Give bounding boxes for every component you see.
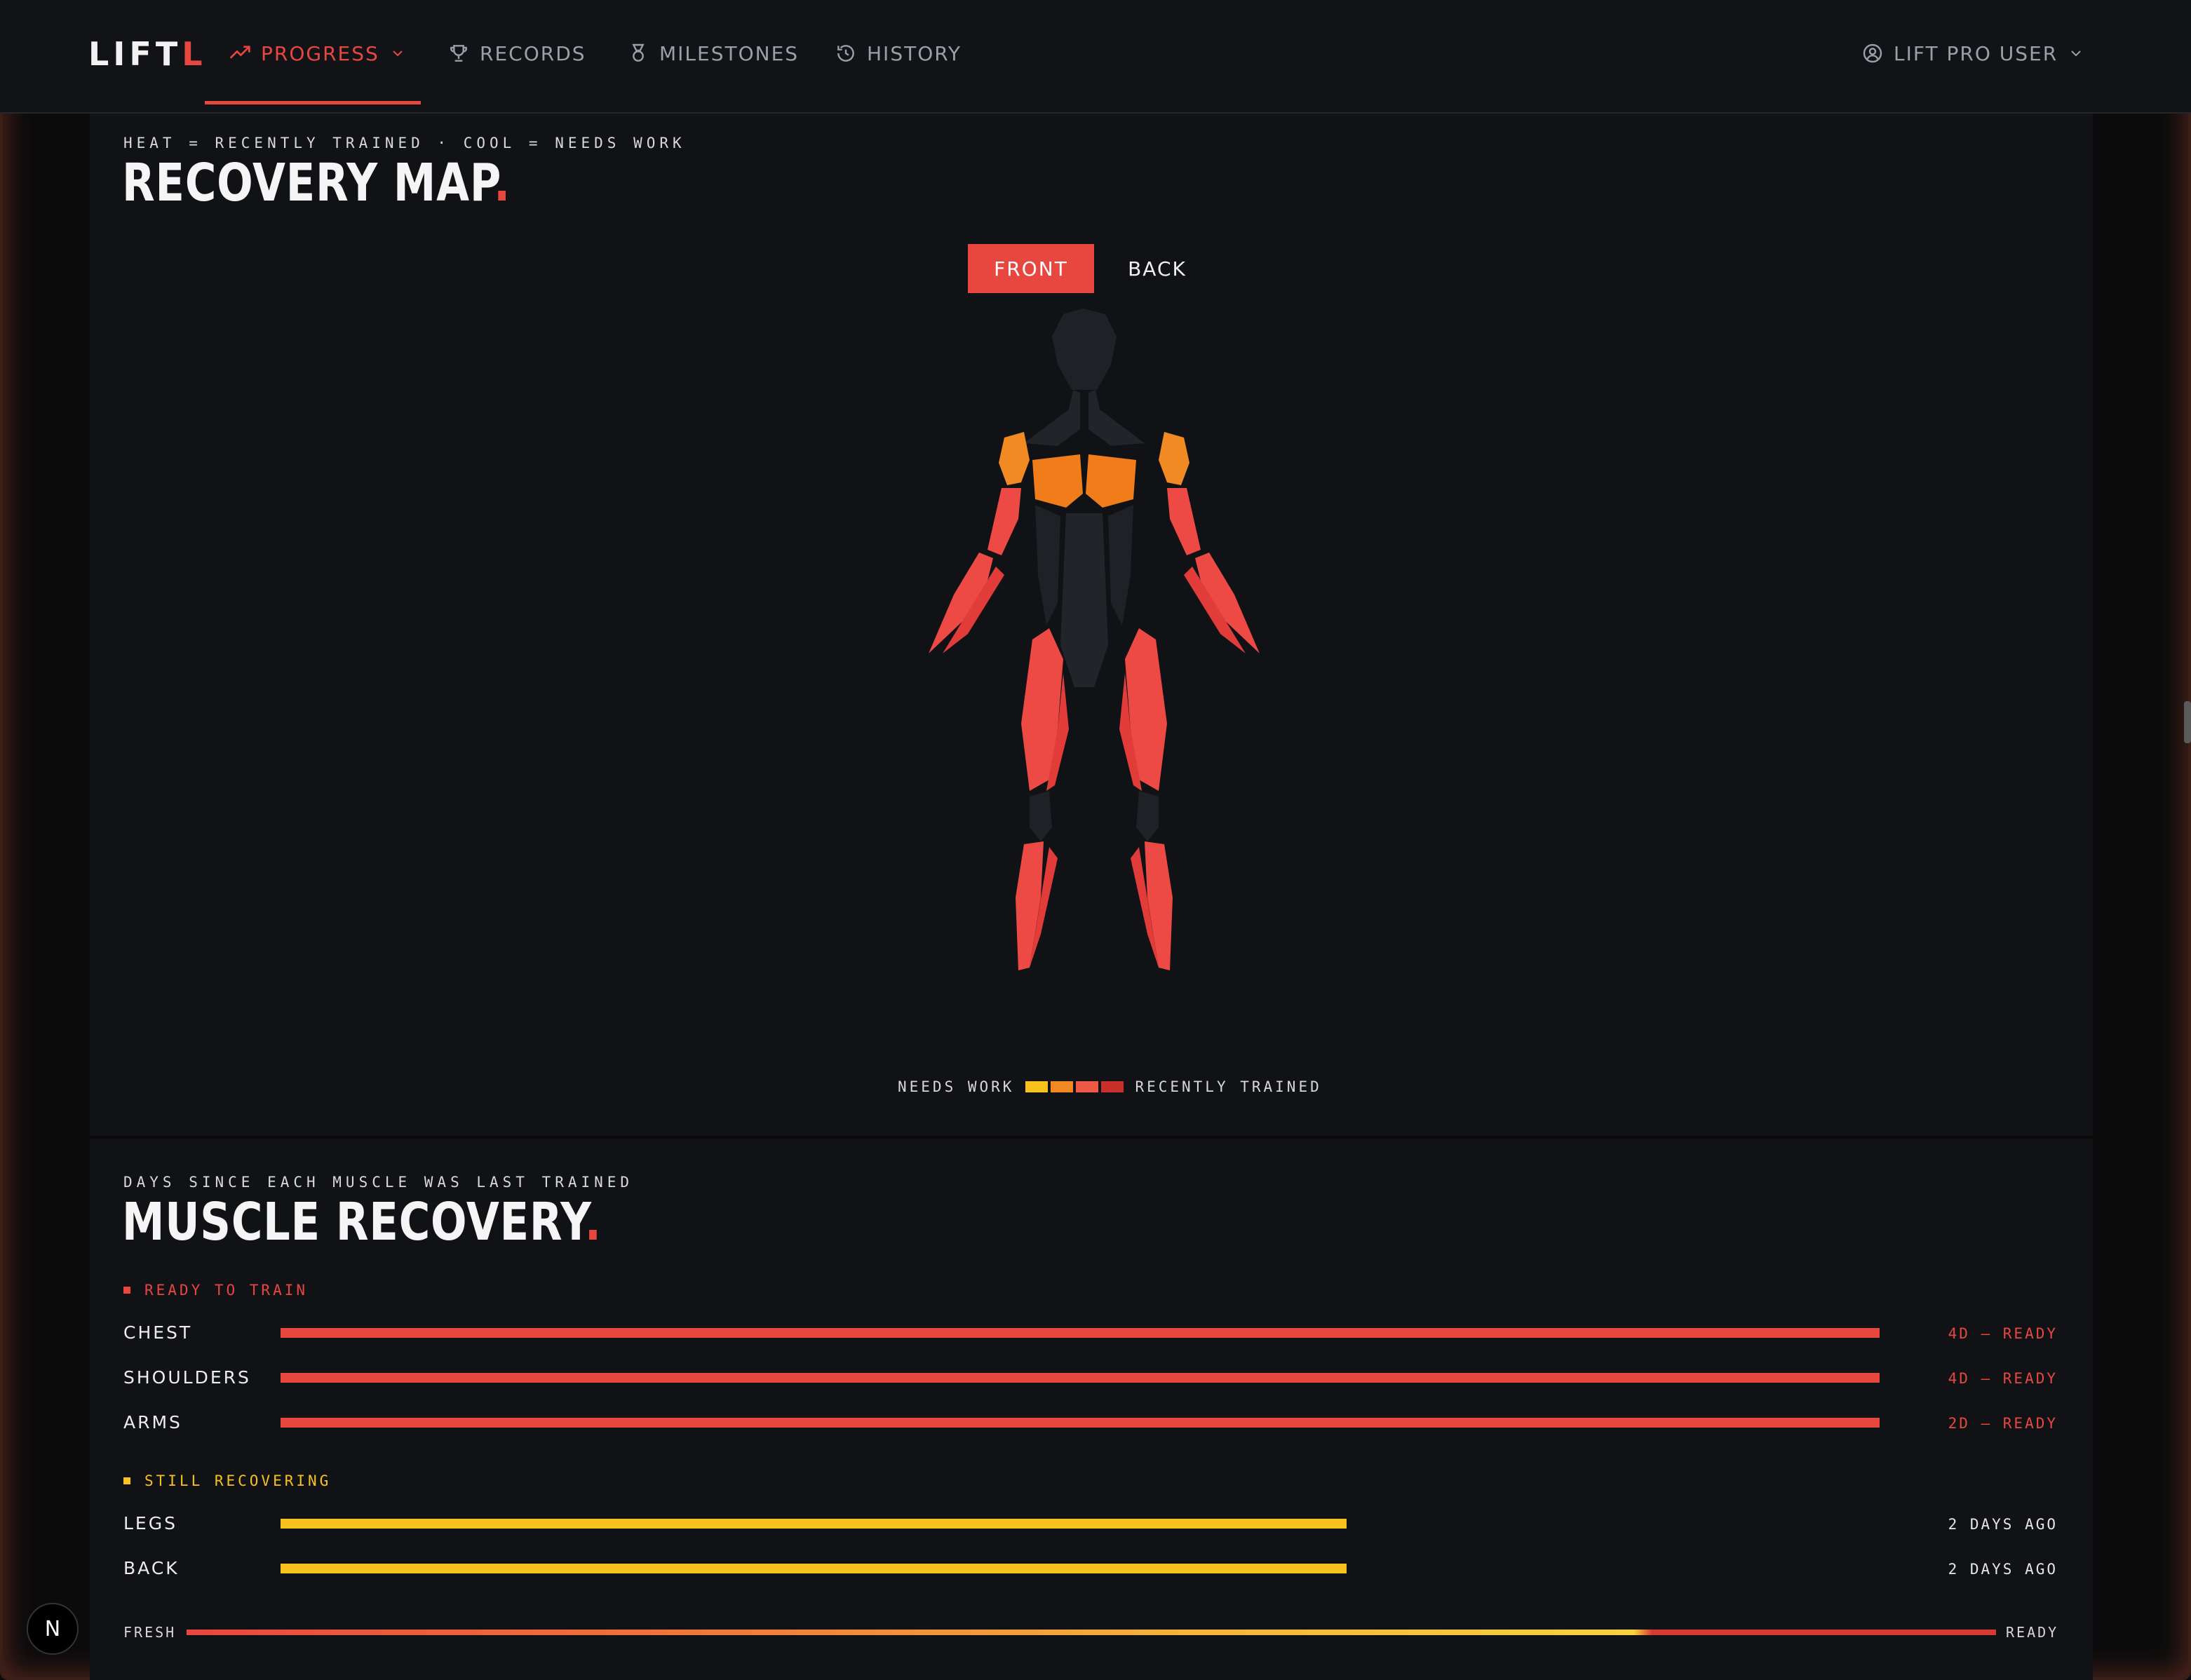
chest-right xyxy=(1086,454,1136,508)
row-label-shoulders: SHOULDERS xyxy=(123,1367,251,1388)
muscle-recovery-title: MUSCLE RECOVERY. xyxy=(122,1192,602,1252)
dev-badge[interactable]: N xyxy=(27,1603,79,1655)
recovery-map-eyebrow: HEAT = RECENTLY TRAINED · COOL = NEEDS W… xyxy=(123,135,686,151)
head xyxy=(1052,309,1117,390)
row-label-legs: LEGS xyxy=(123,1513,177,1533)
group-marker xyxy=(123,1287,130,1294)
row-bar-arms xyxy=(281,1418,1880,1428)
title-accent-dot: . xyxy=(494,153,511,213)
row-label-chest: CHEST xyxy=(123,1322,193,1343)
row-bar-back xyxy=(281,1564,1347,1573)
history-icon xyxy=(837,45,854,62)
group-still-recovering: STILL RECOVERING xyxy=(123,1472,331,1489)
group-label: STILL RECOVERING xyxy=(144,1472,332,1489)
nav-milestones-label: MILESTONES xyxy=(659,41,800,65)
legend-swatch-1 xyxy=(1025,1081,1049,1092)
nav-records[interactable]: RECORDS xyxy=(447,39,586,67)
bicep-left xyxy=(987,488,1021,555)
knee-right xyxy=(1136,791,1159,841)
muscle-recovery-title-text: MUSCLE RECOVERY xyxy=(122,1192,585,1252)
nav-progress-label: PROGRESS xyxy=(261,41,379,65)
oblique-left xyxy=(1035,505,1060,625)
brand-logo[interactable]: LIFTL xyxy=(88,35,207,73)
calf-right xyxy=(1145,841,1173,970)
group-ready-to-train: READY TO TRAIN xyxy=(123,1282,308,1299)
legend-swatch-3 xyxy=(1076,1081,1099,1092)
row-bar-shoulders xyxy=(281,1373,1880,1383)
view-front-button[interactable]: FRONT xyxy=(968,244,1094,293)
scale-label-fresh: FRESH xyxy=(123,1624,177,1641)
traps-left xyxy=(1024,390,1080,446)
view-back-button[interactable]: BACK xyxy=(1101,244,1213,293)
bicep-right xyxy=(1167,488,1201,555)
legend-swatch-2 xyxy=(1051,1081,1074,1092)
legend-needs-work: NEEDS WORK xyxy=(898,1078,1015,1095)
user-circle-icon xyxy=(1863,43,1882,63)
row-bar-chest xyxy=(281,1328,1880,1338)
row-status-chest: 4D — READY xyxy=(1948,1325,2058,1342)
legend-swatch-4 xyxy=(1101,1081,1124,1092)
recovery-map-title: RECOVERY MAP. xyxy=(122,153,511,213)
chevron-down-icon xyxy=(393,50,403,57)
group-marker xyxy=(123,1477,130,1484)
row-label-arms: ARMS xyxy=(123,1412,182,1432)
group-label: READY TO TRAIN xyxy=(144,1282,309,1299)
user-menu[interactable]: LIFT PRO USER xyxy=(1861,39,2084,67)
legend-recently-trained: RECENTLY TRAINED xyxy=(1135,1078,1322,1095)
nav-history-label: HISTORY xyxy=(867,41,962,65)
shoulder-right xyxy=(1159,432,1189,485)
scale-label-ready: READY xyxy=(2006,1624,2059,1641)
medal-icon xyxy=(632,43,645,62)
body-muscle-map xyxy=(929,309,1260,970)
shoulder-left xyxy=(999,432,1030,485)
nav-history[interactable]: HISTORY xyxy=(835,39,962,67)
abs xyxy=(1060,513,1108,687)
row-bar-legs xyxy=(281,1519,1347,1529)
legend-swatches xyxy=(1025,1081,1124,1092)
title-accent-dot: . xyxy=(584,1192,602,1252)
recovery-map-title-text: RECOVERY MAP xyxy=(122,153,494,213)
muscle-recovery-eyebrow: DAYS SINCE EACH MUSCLE WAS LAST TRAINED xyxy=(123,1174,634,1191)
top-nav: LIFTL PROGRESS RECORDS MILESTONES HISTOR… xyxy=(0,0,2191,114)
traps-right xyxy=(1088,390,1145,446)
oblique-right xyxy=(1108,505,1133,625)
brand-accent-letter: L xyxy=(182,35,207,73)
brand-text: LIFT xyxy=(88,35,182,73)
nav-records-label: RECORDS xyxy=(480,41,586,65)
user-menu-label: LIFT PRO USER xyxy=(1894,41,2058,65)
row-status-arms: 2D — READY xyxy=(1948,1415,2058,1432)
calf-left xyxy=(1016,841,1044,970)
chest-left xyxy=(1032,454,1083,508)
row-status-legs: 2 DAYS AGO xyxy=(1948,1516,2058,1533)
scrollbar-thumb[interactable] xyxy=(2184,701,2191,743)
chevron-down-icon xyxy=(2071,50,2081,57)
nav-active-indicator xyxy=(205,101,421,104)
nav-milestones[interactable]: MILESTONES xyxy=(627,39,799,67)
knee-left xyxy=(1030,791,1052,841)
heat-legend: NEEDS WORK RECENTLY TRAINED xyxy=(898,1078,1322,1095)
trophy-icon xyxy=(450,45,468,62)
row-status-back: 2 DAYS AGO xyxy=(1948,1561,2058,1578)
row-label-back: BACK xyxy=(123,1558,180,1578)
trending-up-icon xyxy=(229,46,250,59)
nav-progress[interactable]: PROGRESS xyxy=(229,39,406,67)
recovery-scale-bar xyxy=(187,1630,1996,1635)
row-status-shoulders: 4D — READY xyxy=(1948,1370,2058,1387)
